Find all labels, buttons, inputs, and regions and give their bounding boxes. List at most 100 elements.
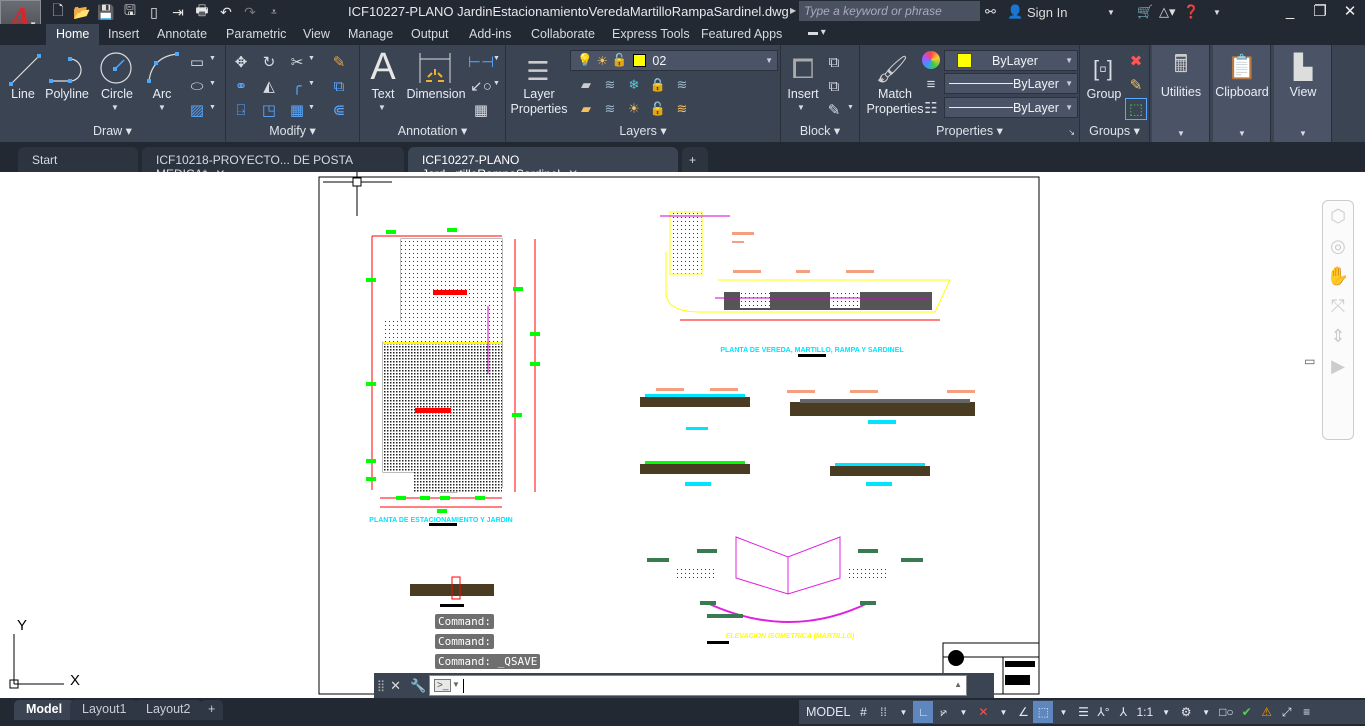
chevron-down-icon[interactable]: ▼: [1107, 8, 1137, 17]
trim-icon[interactable]: ✂: [286, 51, 308, 73]
panel-clipboard[interactable]: 📋 Clipboard ▼: [1213, 45, 1271, 142]
color-dropdown[interactable]: ByLayer ▼: [944, 50, 1078, 71]
tab-output[interactable]: Output: [411, 24, 449, 45]
object-snap-tracking-icon[interactable]: ∠: [1013, 701, 1033, 723]
close-command-line-icon[interactable]: ✕: [390, 678, 401, 694]
chevron-down-icon[interactable]: ▼: [953, 701, 973, 723]
tab-view[interactable]: View: [303, 24, 330, 45]
save-as-icon[interactable]: 🖫: [118, 2, 142, 22]
tab-parametric[interactable]: Parametric: [226, 24, 286, 45]
panel-title-annotation[interactable]: Annotation ▾: [360, 123, 505, 138]
chevron-down-icon[interactable]: ▼: [493, 80, 500, 87]
layer-freeze-icon[interactable]: ❄: [624, 76, 644, 94]
layer-on-all-icon[interactable]: ▰: [576, 100, 596, 118]
explode-icon[interactable]: ⧉: [328, 75, 350, 97]
snap-icon[interactable]: ⁞⁞: [873, 701, 893, 723]
ungroup-icon[interactable]: ✖: [1126, 51, 1146, 71]
command-input[interactable]: >_ ▼ ▲: [429, 675, 967, 696]
ortho-icon[interactable]: ∟: [913, 701, 934, 723]
lineweight-display-icon[interactable]: ☰: [1073, 701, 1093, 723]
model-space-button[interactable]: MODEL: [803, 701, 853, 723]
erase-icon[interactable]: ✎: [328, 51, 350, 73]
tab-collaborate[interactable]: Collaborate: [531, 24, 595, 45]
rectangle-icon[interactable]: ▭: [186, 51, 208, 73]
chevron-down-icon[interactable]: ▼: [1156, 701, 1176, 723]
history-up-icon[interactable]: ▲: [954, 680, 962, 689]
undo-icon[interactable]: ↶: [214, 2, 238, 22]
ellipse-icon[interactable]: ⬭: [186, 75, 208, 97]
tab-add-ins[interactable]: Add-ins: [469, 24, 511, 45]
command-prompt-icon[interactable]: >_: [434, 679, 452, 692]
chevron-down-icon[interactable]: ▼: [1213, 8, 1221, 17]
chevron-down-icon[interactable]: ▼: [893, 701, 913, 723]
chevron-down-icon[interactable]: ▼: [158, 103, 166, 112]
array-icon[interactable]: ▦: [286, 99, 308, 121]
layer-match-icon[interactable]: ≋: [600, 76, 620, 94]
match-properties-button[interactable]: Match Properties: [864, 87, 926, 117]
panel-title-properties[interactable]: Properties ▾: [860, 123, 1079, 138]
grid-icon[interactable]: #: [853, 701, 873, 723]
layer-current-icon[interactable]: ≋: [600, 100, 620, 118]
move-icon[interactable]: ✥: [230, 51, 252, 73]
scale-icon[interactable]: ◳: [258, 99, 280, 121]
panel-title-layers[interactable]: Layers ▾: [506, 123, 780, 138]
workspace-gear-icon[interactable]: ⚙: [1176, 701, 1196, 723]
chevron-down-icon[interactable]: ▼: [209, 80, 216, 87]
dimension-button[interactable]: Dimension: [406, 87, 466, 101]
chevron-down-icon[interactable]: ▼: [308, 104, 315, 111]
chevron-down-icon[interactable]: ▼: [378, 103, 386, 112]
object-snap-icon[interactable]: ⬚: [1033, 701, 1054, 723]
chevron-down-icon[interactable]: ▼: [308, 55, 315, 62]
layer-properties-button[interactable]: Layer Properties: [510, 87, 568, 117]
help-icon[interactable]: ❓: [1183, 4, 1213, 20]
group-selection-icon[interactable]: ⬚: [1125, 98, 1147, 120]
tab-annotate[interactable]: Annotate: [157, 24, 207, 45]
ribbon-minimize-button[interactable]: ▬ ▾: [808, 24, 826, 45]
new-tab-button[interactable]: +: [682, 147, 708, 172]
polyline-button[interactable]: Polyline: [44, 87, 90, 101]
panel-view[interactable]: ▙ View ▼: [1274, 45, 1332, 142]
drawing-canvas[interactable]: PLANTA DE ESTACIONAMIENTO Y JARDIN PLANT…: [0, 172, 1365, 698]
chevron-down-icon[interactable]: ▼: [452, 680, 460, 689]
mirror-icon[interactable]: ◭: [258, 75, 280, 97]
tab-document-active[interactable]: ICF10227-PLANO Jard...rtilloRampaSardine…: [408, 147, 678, 181]
group-edit-icon[interactable]: ✎: [1126, 75, 1146, 95]
hardware-acceleration-icon[interactable]: ✔: [1237, 701, 1257, 723]
tab-start[interactable]: Start: [18, 147, 138, 172]
tab-document[interactable]: ICF10218-PROYECTO... DE POSTA MEDICA*✕: [142, 147, 404, 181]
tab-model[interactable]: Model: [14, 700, 75, 720]
plot-icon[interactable]: 🖶: [190, 2, 214, 22]
stretch-icon[interactable]: ⍈: [230, 99, 252, 121]
graphics-performance-icon[interactable]: ⚠: [1257, 701, 1277, 723]
layer-dropdown[interactable]: 💡 ☀ 🔓 02 ▼: [570, 50, 778, 71]
customize-icon[interactable]: ⩡: [262, 2, 286, 22]
restore-icon[interactable]: ❐: [1305, 0, 1335, 24]
open-from-mobile-icon[interactable]: ▯: [142, 2, 166, 22]
auto-scale-icon[interactable]: ⅄: [1113, 701, 1133, 723]
chevron-down-icon[interactable]: ▼: [493, 55, 500, 62]
drag-handle-icon[interactable]: ⣿: [377, 679, 385, 692]
leader-icon[interactable]: ↙○: [470, 75, 492, 97]
layer-isolate-icon[interactable]: ≋: [672, 76, 692, 94]
layer-unlock-all-icon[interactable]: 🔓: [648, 100, 668, 118]
user-icon[interactable]: 👤: [1007, 4, 1025, 20]
chevron-down-icon[interactable]: ▼: [1196, 701, 1216, 723]
chevron-down-icon[interactable]: ▼: [1053, 701, 1073, 723]
zoom-extents-icon[interactable]: ⤧: [1323, 291, 1353, 321]
chevron-down-icon[interactable]: ▼: [847, 104, 854, 111]
viewport-minimize-icon[interactable]: ▭: [1304, 354, 1315, 368]
dialog-launcher-icon[interactable]: ↘: [1068, 128, 1075, 137]
panel-title-draw[interactable]: Draw ▾: [0, 123, 225, 138]
minimize-icon[interactable]: _: [1275, 0, 1305, 24]
viewcube-icon[interactable]: ⬡: [1323, 201, 1353, 231]
chevron-down-icon[interactable]: ▼: [209, 104, 216, 111]
copy-icon[interactable]: ⚭: [230, 75, 252, 97]
chevron-down-icon[interactable]: ▼: [111, 103, 119, 112]
fillet-icon[interactable]: ╭: [286, 75, 308, 97]
chevron-down-icon[interactable]: ▼: [993, 701, 1013, 723]
annotation-scale-button[interactable]: 1:1: [1133, 701, 1156, 723]
sign-in-link[interactable]: Sign In: [1027, 5, 1107, 20]
clean-screen-icon[interactable]: ⤢: [1277, 701, 1297, 723]
table-icon[interactable]: ▦: [470, 99, 492, 121]
insert-button[interactable]: Insert: [785, 87, 821, 101]
